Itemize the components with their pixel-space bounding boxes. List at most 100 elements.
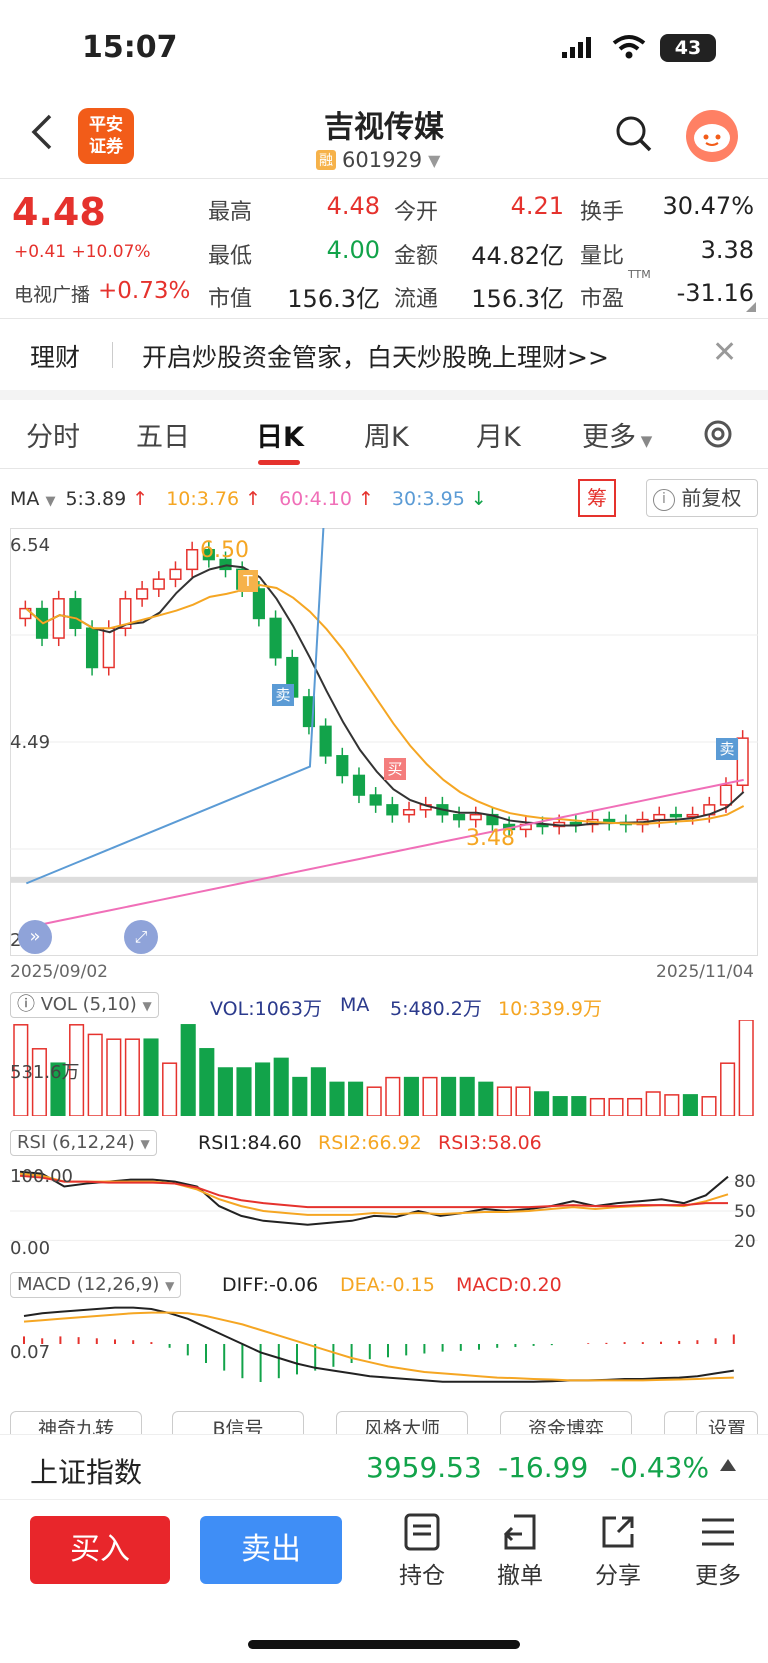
volume-bar [664, 1094, 680, 1117]
ma30-line [25, 470, 744, 885]
rsi-svg [10, 1170, 758, 1241]
cancel-order-button[interactable]: 撤单 [490, 1512, 550, 1590]
more-button[interactable]: 更多 [688, 1512, 748, 1590]
volume-svg [13, 1019, 754, 1117]
ma-item: 5:3.89 ↑ [65, 488, 148, 510]
banner-label: 理财 [30, 343, 81, 372]
info-icon: i [653, 489, 675, 511]
rsi-level-80: 80 [734, 1172, 756, 1192]
pe-value: -31.16 [676, 279, 754, 307]
index-pct: -0.43% [610, 1451, 710, 1484]
assistant-avatar-icon[interactable] [686, 110, 738, 162]
cancel-order-icon [503, 1514, 536, 1550]
tab-more[interactable]: 更多 ▼ [582, 415, 652, 454]
tab-monthly-k[interactable]: 月K [476, 415, 521, 454]
volume-ratio-label: 量比 [580, 244, 625, 269]
diff-line [23, 1306, 734, 1383]
arrow-up-icon: ↑ [239, 488, 262, 510]
settings-gear-icon[interactable] [700, 416, 736, 452]
ma5-line [25, 564, 745, 827]
expand-up-icon[interactable] [720, 1459, 736, 1471]
chip-distribution-button[interactable]: 筹 [578, 479, 616, 517]
candle-body [336, 755, 349, 777]
fast-forward-icon[interactable]: » [18, 920, 52, 954]
kline-svg [10, 470, 758, 956]
rsi-legend[interactable]: RSI (6,12,24) ▼ RSI1:84.60 RSI2:66.92 RS… [0, 1126, 768, 1162]
rsi-label: RSI (6,12,24) [17, 1132, 135, 1153]
pe-label: 市盈 [580, 287, 625, 312]
tab-weekly-k[interactable]: 周K [364, 415, 409, 454]
index-value: 3959.53 [366, 1451, 482, 1484]
volume-bar [217, 1067, 233, 1117]
t-signal-badge[interactable]: T [238, 570, 258, 592]
vol-legend[interactable]: ⓘ VOL (5,10) ▼ VOL:1063万 MA 5:480.2万 10:… [0, 986, 768, 1022]
volume-chart[interactable] [10, 1019, 758, 1117]
rsi-axis-top: 100.00 [10, 1166, 73, 1187]
rsi-selector[interactable]: RSI (6,12,24) ▼ [10, 1130, 157, 1156]
kline-chart[interactable] [10, 470, 758, 956]
volume-bar [422, 1076, 438, 1117]
adjust-mode-button[interactable]: i 前复权 [646, 479, 758, 517]
signal-icon [560, 36, 594, 60]
candle-body [102, 627, 115, 669]
active-tab-indicator [258, 460, 300, 465]
buy-button[interactable]: 买入 [30, 1516, 170, 1584]
ma-item: 30:3.95 ↓ [392, 488, 487, 510]
sell-signal-badge[interactable]: 卖 [272, 684, 294, 706]
volume-ratio-value: 3.38 [700, 236, 754, 264]
stock-code-row[interactable]: 融 601929 ▼ [316, 148, 440, 172]
banner-divider [112, 342, 113, 368]
info-icon: ⓘ [17, 994, 41, 1015]
candle-body [319, 725, 332, 757]
tab-five-day[interactable]: 五日 [136, 415, 190, 454]
sell-button[interactable]: 卖出 [200, 1516, 342, 1584]
tab-intraday[interactable]: 分时 [26, 415, 80, 454]
battery-icon: 43 [660, 34, 716, 62]
candle-body [85, 627, 99, 669]
macd-label: MACD (12,26,9) [17, 1274, 160, 1295]
sell-signal-badge-latest[interactable]: 卖 [716, 738, 738, 760]
kline-axis-top: 6.54 [10, 535, 51, 556]
sector-change[interactable]: +0.73% [98, 278, 190, 304]
sector-name[interactable]: 电视广播 [14, 280, 90, 307]
volume-bar [441, 1076, 457, 1117]
volume-bar [329, 1081, 345, 1117]
fullscreen-icon[interactable]: ⤢ [124, 920, 158, 954]
tab-daily-k[interactable]: 日K [256, 415, 304, 454]
low-value: 4.00 [326, 236, 380, 264]
ma-legend[interactable]: MA ▼ 5:3.89 ↑ 10:3.76 ↑ 60:4.10 ↑ 30:3.95 ↓ [10, 488, 487, 510]
ma-item-text: 60:4.10 [279, 488, 352, 510]
macd-selector[interactable]: MACD (12,26,9) ▼ [10, 1272, 182, 1298]
volume-bar [273, 1057, 289, 1117]
candle-body [136, 588, 149, 600]
turnover-label: 换手 [580, 200, 625, 225]
macd-chart[interactable] [10, 1302, 758, 1402]
vol-ma5: 5:480.2万 [390, 998, 482, 1020]
candle-body [252, 588, 265, 620]
volume-bar [366, 1086, 382, 1117]
expand-corner-icon[interactable] [746, 302, 756, 312]
volume-bar [608, 1097, 624, 1117]
candle-body [386, 804, 399, 816]
holdings-button[interactable]: 持仓 [392, 1512, 452, 1590]
volume-bar [552, 1096, 568, 1117]
home-indicator [248, 1640, 520, 1649]
volume-bar [645, 1091, 661, 1117]
volume-bar [124, 1038, 140, 1117]
macd-legend[interactable]: MACD (12,26,9) ▼ DIFF:-0.06 DEA:-0.15 MA… [0, 1268, 768, 1304]
index-ticker[interactable]: 上证指数 3959.53 -16.99 -0.43% [0, 1434, 768, 1500]
volume-bar [292, 1076, 308, 1117]
rsi-chart[interactable] [10, 1162, 758, 1260]
promo-banner[interactable]: 理财 开启炒股资金管家，白天炒股晚上理财>> ✕ [0, 320, 768, 390]
buy-signal-badge[interactable]: 买 [384, 758, 406, 780]
share-button[interactable]: 分享 [588, 1512, 648, 1590]
volume-bar [627, 1097, 643, 1117]
search-icon[interactable] [615, 115, 653, 153]
menu-icon [702, 1518, 734, 1546]
amount-value: 44.82亿 [471, 242, 564, 270]
vol-selector[interactable]: ⓘ VOL (5,10) ▼ [10, 992, 159, 1018]
close-icon[interactable]: ✕ [712, 338, 737, 368]
turnover-value: 30.47% [662, 192, 754, 220]
share-icon [602, 1516, 634, 1548]
volume-bar [589, 1097, 605, 1117]
